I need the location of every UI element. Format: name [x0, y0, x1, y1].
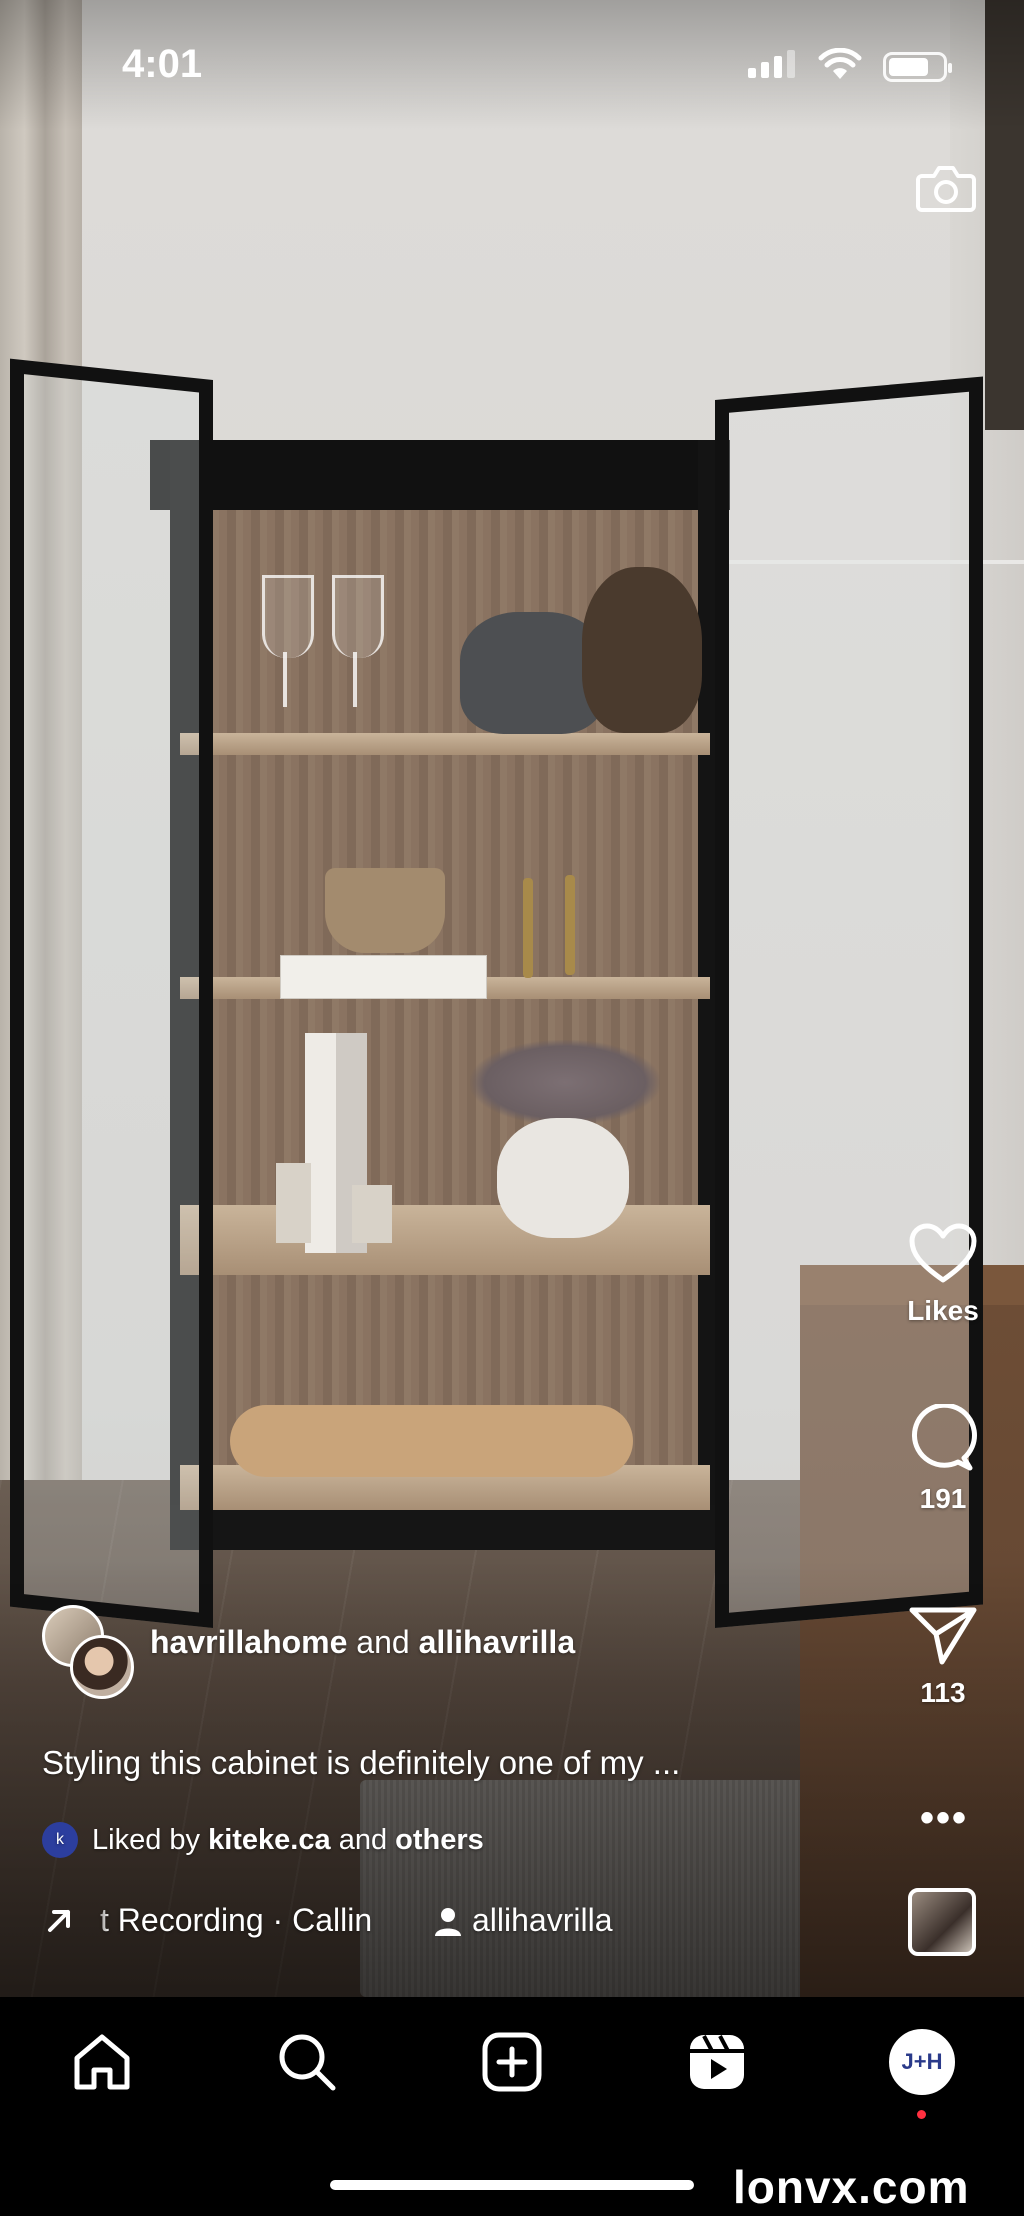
cabinet-top — [150, 440, 730, 510]
like-button[interactable]: Likes — [888, 1222, 998, 1327]
liked-by-connector: and — [338, 1823, 388, 1856]
home-indicator[interactable] — [330, 2180, 694, 2190]
audio-thumbnail[interactable] — [908, 1888, 976, 1956]
author-primary[interactable]: havrillahome — [150, 1624, 347, 1660]
create-icon — [482, 2032, 542, 2092]
cabinet-door-left — [10, 358, 213, 1629]
book-stack — [280, 955, 487, 999]
comment-button[interactable]: 191 — [888, 1402, 998, 1515]
status-time: 4:01 — [122, 42, 203, 86]
wine-glass-stem — [283, 652, 287, 707]
notification-dot — [917, 2110, 926, 2119]
comments-count: 191 — [919, 1483, 967, 1514]
nav-search[interactable] — [272, 2027, 342, 2097]
wood-bowl — [325, 868, 445, 953]
search-icon — [279, 2034, 336, 2091]
tagged-user-name: allihavrilla — [472, 1902, 613, 1938]
person-icon — [435, 1907, 461, 1936]
wood-tray — [230, 1405, 633, 1477]
liked-by-user[interactable]: kiteke.ca — [208, 1824, 331, 1856]
liked-by-prefix: Liked by — [92, 1823, 201, 1856]
liked-by-row[interactable]: k Liked by kiteke.ca and others — [42, 1822, 484, 1858]
bookend — [352, 1185, 392, 1243]
brass-candlestick — [565, 875, 575, 975]
authors-line[interactable]: havrillahome and allihavrilla — [150, 1624, 575, 1661]
nav-profile[interactable]: J+H — [887, 2027, 957, 2097]
tagged-user[interactable]: allihavrilla — [434, 1902, 613, 1939]
dried-flowers — [470, 1040, 660, 1125]
nav-home[interactable] — [67, 2027, 137, 2097]
wifi-icon — [818, 48, 862, 79]
white-vase — [497, 1118, 629, 1238]
wine-glass — [332, 575, 384, 658]
nav-create[interactable] — [477, 2027, 547, 2097]
author-secondary[interactable]: allihavrilla — [419, 1624, 576, 1660]
liked-by-others[interactable]: others — [395, 1824, 484, 1856]
shares-count: 113 — [920, 1677, 966, 1708]
nav-reels[interactable] — [682, 2027, 752, 2097]
camera-icon[interactable] — [914, 156, 978, 220]
author-connector: and — [356, 1624, 410, 1660]
brass-candlestick — [523, 878, 533, 978]
cellular-signal-icon — [748, 50, 795, 78]
reel-media[interactable] — [0, 0, 1024, 1997]
author-avatars[interactable] — [42, 1605, 134, 1699]
post-caption[interactable]: Styling this cabinet is definitely one o… — [42, 1744, 680, 1782]
more-options-icon[interactable]: ••• — [920, 1796, 968, 1841]
send-icon — [909, 1607, 977, 1665]
wine-glass — [262, 575, 314, 658]
brown-vase — [582, 567, 702, 733]
shelf — [180, 1205, 710, 1275]
shelf — [180, 733, 710, 755]
home-icon — [74, 2034, 130, 2090]
watermark: lonvx.com — [733, 2161, 970, 2213]
audio-track-name[interactable]: t Recording · Callin — [90, 1902, 420, 1939]
avatar — [70, 1635, 134, 1699]
comment-icon — [912, 1402, 977, 1471]
reels-icon — [690, 2035, 744, 2089]
heart-icon — [909, 1223, 977, 1283]
likes-label: Likes — [907, 1295, 979, 1326]
audio-row[interactable]: t Recording · Callin allihavrilla — [42, 1902, 613, 1939]
battery-level — [889, 58, 928, 76]
share-button[interactable]: 113 — [888, 1604, 998, 1709]
arrow-up-right-icon — [48, 1909, 70, 1932]
wine-glass-stem — [353, 652, 357, 707]
battery-icon — [883, 52, 952, 82]
reel-screen: 4:01 Likes 191 113 ••• havrillahome and … — [0, 0, 1024, 2216]
bookend — [276, 1163, 311, 1243]
liked-by-avatar: k — [42, 1822, 78, 1858]
cabinet-bottom — [170, 1505, 728, 1550]
profile-avatar: J+H — [889, 2029, 955, 2095]
